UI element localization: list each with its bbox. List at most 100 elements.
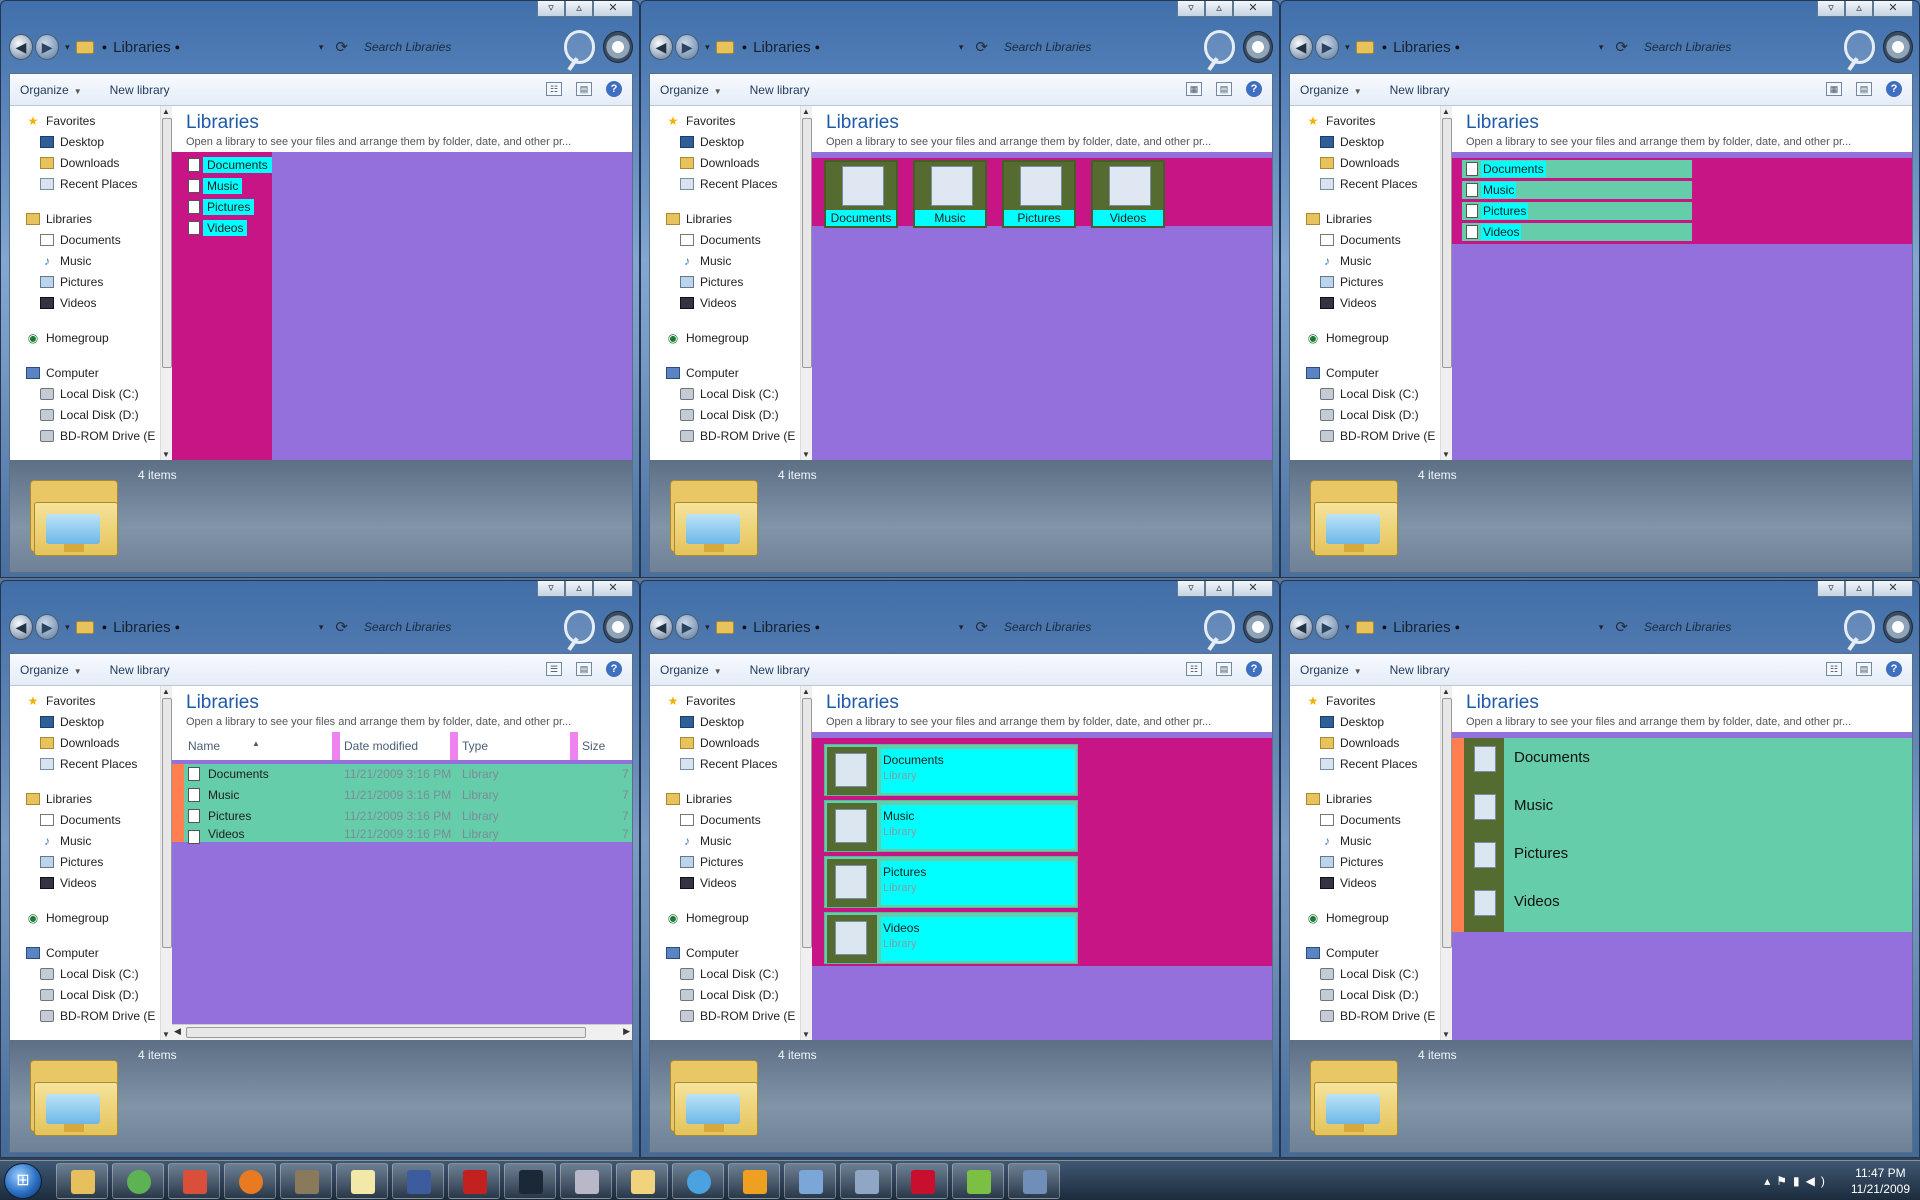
refresh-icon[interactable]: ⟳ [1615,38,1628,56]
nav-downloads[interactable]: Downloads [650,152,812,173]
nav-scrollbar[interactable]: ▲ ▼ [160,106,172,460]
help-icon[interactable]: ? [1246,661,1262,677]
forward-button[interactable]: ▶ [1315,614,1340,640]
breadcrumb[interactable]: ● Libraries ● [715,35,955,59]
nav-documents[interactable]: Documents [650,229,812,250]
column-header-date[interactable]: Date modified [344,739,418,753]
search-input[interactable]: Search Libraries [1636,615,1840,639]
nav-favorites[interactable]: ★ Favorites [650,690,812,711]
address-dropdown-icon[interactable]: ▾ [1599,42,1604,53]
maximize-button[interactable]: ▵ [1205,581,1233,597]
organize-button[interactable]: Organize ▼ [660,83,722,97]
refresh-icon[interactable]: ⟳ [335,38,348,56]
back-button[interactable]: ◀ [9,34,34,60]
refresh-icon[interactable]: ⟳ [975,618,988,636]
preview-pane-icon[interactable]: ▤ [1216,662,1232,676]
search-icon[interactable] [1843,30,1876,64]
search-icon[interactable] [1203,610,1236,644]
organize-button[interactable]: Organize ▼ [20,83,82,97]
nav-music[interactable]: ♪ Music [10,250,172,271]
column-separator[interactable] [450,732,458,760]
maximize-button[interactable]: ▵ [1205,1,1233,17]
taskbar-hazard[interactable] [896,1163,948,1199]
nav-disk-d[interactable]: Local Disk (D:) [10,984,172,1005]
scroll-down-icon[interactable]: ▼ [1442,1030,1450,1039]
nav-recent-places[interactable]: Recent Places [1290,173,1452,194]
nav-desktop[interactable]: Desktop [650,131,812,152]
table-row[interactable]: Documents 11/21/2009 3:16 PM Library 7 [188,764,629,785]
preview-pane-icon[interactable]: ▤ [576,82,592,96]
close-button[interactable]: ✕ [593,581,633,597]
nav-scrollbar[interactable]: ▲ ▼ [800,106,812,460]
breadcrumb-libraries[interactable]: Libraries [1393,39,1451,56]
horizontal-scrollbar[interactable]: ◀ ▶ [172,1024,632,1040]
nav-bd-rom[interactable]: BD-ROM Drive (E [1290,1005,1452,1026]
nav-homegroup[interactable]: ◉ Homegroup [650,327,812,348]
nav-music[interactable]: ♪ Music [650,830,812,851]
table-row[interactable]: Pictures 11/21/2009 3:16 PM Library 7 [188,806,629,827]
refresh-icon[interactable]: ⟳ [335,618,348,636]
taskbar-messenger[interactable] [112,1163,164,1199]
maximize-button[interactable]: ▵ [1845,581,1873,597]
address-dropdown-icon[interactable]: ▾ [319,622,324,633]
scroll-thumb[interactable] [1442,698,1452,948]
scroll-up-icon[interactable]: ▲ [162,107,170,116]
nav-favorites[interactable]: ★ Favorites [650,110,812,131]
address-dropdown-icon[interactable]: ▾ [1599,622,1604,633]
breadcrumb-libraries[interactable]: Libraries [1393,619,1451,636]
forward-button[interactable]: ▶ [675,614,700,640]
column-header-name[interactable]: Name [188,739,220,753]
list-item[interactable]: Music [1464,786,1904,830]
organize-button[interactable]: Organize ▼ [20,663,82,677]
back-button[interactable]: ◀ [9,614,34,640]
view-options-icon[interactable]: ☰ [546,662,562,676]
list-item[interactable]: Pictures [1464,834,1904,878]
icon-item[interactable]: Music [913,160,987,228]
nav-libraries[interactable]: Libraries [10,788,172,809]
nav-computer[interactable]: Computer [650,362,812,383]
scroll-up-icon[interactable]: ▲ [802,107,810,116]
organize-button[interactable]: Organize ▼ [660,663,722,677]
list-item[interactable]: Videos [188,219,248,237]
preview-pane-icon[interactable]: ▤ [1856,82,1872,96]
recent-pages-icon[interactable]: ▾ [65,622,70,633]
taskbar-firefox[interactable] [224,1163,276,1199]
search-input[interactable]: Search Libraries [356,35,560,59]
nav-disk-c[interactable]: Local Disk (C:) [10,383,172,404]
start-button[interactable]: ⊞ [4,1163,42,1199]
back-button[interactable]: ◀ [649,614,674,640]
nav-pictures[interactable]: Pictures [10,271,172,292]
nav-favorites[interactable]: ★ Favorites [1290,110,1452,131]
nav-scrollbar[interactable]: ▲ ▼ [1440,686,1452,1040]
nav-computer[interactable]: Computer [1290,942,1452,963]
scroll-thumb[interactable] [802,118,812,368]
maximize-button[interactable]: ▵ [565,581,593,597]
nav-favorites[interactable]: ★ Favorites [10,690,172,711]
scroll-up-icon[interactable]: ▲ [802,687,810,696]
content-item[interactable]: Documents Library [824,744,1078,796]
view-options-icon[interactable]: ▦ [1826,82,1842,96]
nav-computer[interactable]: Computer [10,362,172,383]
new-library-button[interactable]: New library [750,663,810,677]
icon-item[interactable]: Pictures [1002,160,1076,228]
taskbar-notepad[interactable] [336,1163,388,1199]
preview-pane-icon[interactable]: ▤ [1216,82,1232,96]
nav-desktop[interactable]: Desktop [10,131,172,152]
nav-documents[interactable]: Documents [650,809,812,830]
scroll-down-icon[interactable]: ▼ [802,450,810,459]
recent-pages-icon[interactable]: ▾ [705,42,710,53]
column-separator[interactable] [332,732,340,760]
close-button[interactable]: ✕ [1233,581,1273,597]
search-icon[interactable] [1843,610,1876,644]
scroll-thumb[interactable] [186,1027,586,1038]
taskbar-res-hacker[interactable] [448,1163,500,1199]
taskbar-explorer[interactable] [56,1163,108,1199]
taskbar-mail[interactable] [616,1163,668,1199]
nav-recent-places[interactable]: Recent Places [650,173,812,194]
nav-downloads[interactable]: Downloads [1290,732,1452,753]
close-button[interactable]: ✕ [1873,581,1913,597]
search-icon[interactable] [563,610,596,644]
content-item[interactable]: Pictures Library [824,856,1078,908]
nav-scrollbar[interactable]: ▲ ▼ [1440,106,1452,460]
nav-downloads[interactable]: Downloads [650,732,812,753]
